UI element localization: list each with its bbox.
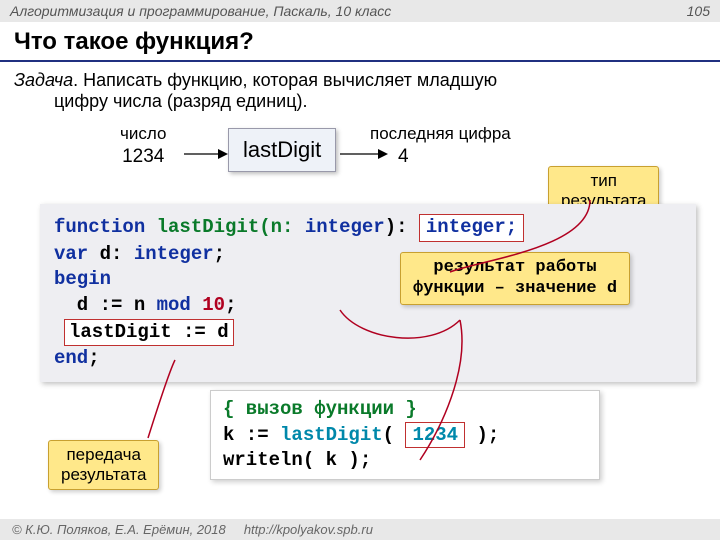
header-bar: Алгоритмизация и программирование, Паска… — [0, 0, 720, 22]
input-label: число — [120, 124, 166, 144]
footer-copyright: © К.Ю. Поляков, Е.А. Ерёмин, 2018 — [12, 522, 226, 537]
assign-result-box: lastDigit := d — [64, 319, 234, 347]
call-block: { вызов функции } k := lastDigit( 1234 )… — [210, 390, 600, 480]
diagram: число 1234 lastDigit последняя цифра 4 т… — [0, 120, 720, 200]
code-block: function lastDigit(n: integer): integer;… — [40, 204, 696, 382]
code-line-5: lastDigit := d — [54, 319, 682, 347]
diagram-input: число 1234 — [120, 124, 166, 168]
function-box: lastDigit — [228, 128, 336, 172]
input-value: 1234 — [120, 146, 166, 168]
call-line-2: k := lastDigit( 1234 ); — [223, 422, 587, 449]
output-value: 4 — [398, 146, 511, 168]
code-line-1: function lastDigit(n: integer): integer; — [54, 214, 682, 242]
output-label: последняя цифра — [370, 124, 511, 144]
code-line-6: end; — [54, 346, 682, 372]
arrow-in-icon — [184, 146, 228, 162]
callout-pass-result: передача результата — [48, 440, 159, 490]
task-block: Задача. Написать функцию, которая вычисл… — [0, 62, 720, 112]
page-number: 105 — [687, 3, 710, 19]
header-left: Алгоритмизация и программирование, Паска… — [10, 3, 391, 19]
task-line2: цифру числа (разряд единиц). — [14, 91, 706, 112]
footer-bar: © К.Ю. Поляков, Е.А. Ерёмин, 2018 http:/… — [0, 519, 720, 540]
page-title: Что такое функция? — [0, 22, 720, 62]
arg-box: 1234 — [405, 422, 465, 449]
footer-url: http://kpolyakov.spb.ru — [244, 522, 373, 537]
result-type-box: integer; — [419, 214, 524, 242]
call-comment: { вызов функции } — [223, 397, 587, 422]
task-line1: . Написать функцию, которая вычисляет мл… — [73, 70, 497, 90]
call-line-3: writeln( k ); — [223, 448, 587, 473]
diagram-output: последняя цифра 4 — [370, 124, 511, 168]
task-label: Задача — [14, 70, 73, 90]
callout-result-work: результат работы функции – значение d — [400, 252, 630, 305]
